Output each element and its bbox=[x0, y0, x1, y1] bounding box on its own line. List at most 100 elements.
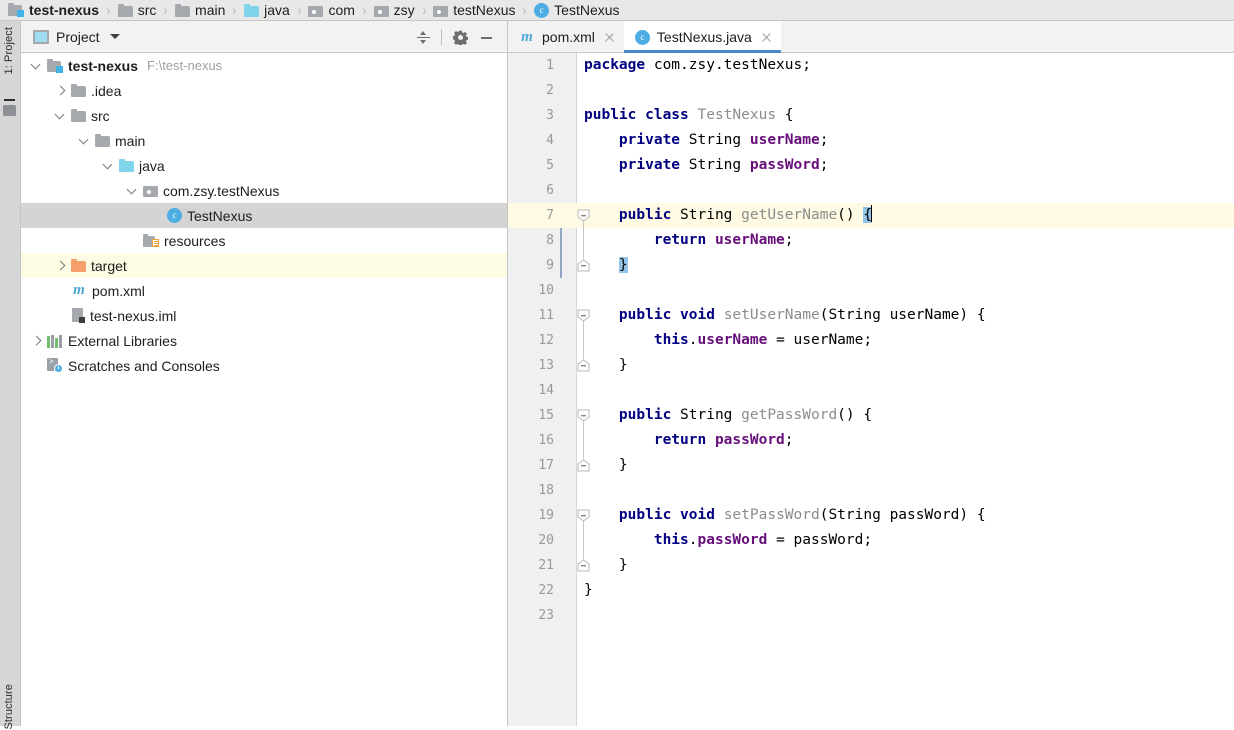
line-number: 2 bbox=[508, 78, 554, 103]
tree-row[interactable]: com.zsy.testNexus bbox=[21, 178, 507, 203]
code-token: getUserName bbox=[741, 207, 837, 223]
code-token: = userName; bbox=[767, 332, 872, 348]
hide-panel-button[interactable] bbox=[473, 24, 499, 50]
line-number: 4 bbox=[508, 128, 554, 153]
code-line-text: return passWord; bbox=[584, 428, 794, 453]
chevron-right-icon[interactable] bbox=[53, 258, 69, 274]
breadcrumb-item-testnexus[interactable]: testNexus bbox=[431, 0, 517, 21]
toolbar-divider bbox=[441, 29, 442, 45]
code-line-text: public class TestNexus { bbox=[584, 103, 794, 128]
tool-window-button-structure[interactable]: Structure bbox=[3, 684, 15, 730]
fold-end-icon[interactable] bbox=[577, 559, 590, 572]
breadcrumb-item-label: com bbox=[328, 2, 354, 18]
tree-row[interactable]: .idea bbox=[21, 78, 507, 103]
chevron-down-icon[interactable] bbox=[101, 158, 117, 174]
code-line: 12 this.userName = userName; bbox=[508, 328, 1234, 353]
code-token: TestNexus bbox=[698, 107, 777, 123]
line-number: 5 bbox=[508, 153, 554, 178]
breadcrumb-item-main[interactable]: main bbox=[173, 0, 227, 21]
text-caret bbox=[871, 205, 872, 222]
code-line: 21 } bbox=[508, 553, 1234, 578]
chevron-down-icon[interactable] bbox=[53, 108, 69, 124]
java-class-icon: c bbox=[167, 208, 182, 223]
tree-row[interactable]: resources bbox=[21, 228, 507, 253]
project-view-selector[interactable]: Project bbox=[33, 29, 120, 45]
code-line: 22} bbox=[508, 578, 1234, 603]
code-line-text: } bbox=[584, 353, 628, 378]
code-token bbox=[584, 532, 654, 548]
line-number: 10 bbox=[508, 278, 554, 303]
chevron-right-icon[interactable] bbox=[53, 83, 69, 99]
code-token: public void bbox=[619, 507, 724, 523]
code-line-text: public void setUserName(String userName)… bbox=[584, 303, 986, 328]
tree-row[interactable]: main bbox=[21, 128, 507, 153]
breadcrumb-item-com[interactable]: com bbox=[306, 0, 356, 21]
project-toolbar-actions bbox=[410, 21, 499, 53]
tree-row[interactable]: java bbox=[21, 153, 507, 178]
close-icon[interactable] bbox=[604, 32, 615, 43]
breadcrumb-item-testnexus[interactable]: cTestNexus bbox=[532, 0, 621, 21]
code-token bbox=[584, 332, 654, 348]
chevron-down-icon[interactable] bbox=[77, 133, 93, 149]
minimize-icon bbox=[480, 31, 493, 44]
code-token: private bbox=[619, 132, 689, 148]
settings-button[interactable] bbox=[447, 24, 473, 50]
tree-row[interactable]: test-nexus.iml bbox=[21, 303, 507, 328]
close-icon[interactable] bbox=[761, 32, 772, 43]
tree-row-label: com.zsy.testNexus bbox=[163, 183, 279, 199]
chevron-down-icon[interactable] bbox=[125, 183, 141, 199]
breadcrumb-item-zsy[interactable]: zsy bbox=[372, 0, 417, 21]
code-token: } bbox=[619, 557, 628, 573]
code-token: passWord bbox=[750, 157, 820, 173]
code-editor[interactable]: 1package com.zsy.testNexus;23public clas… bbox=[508, 53, 1234, 726]
breadcrumb-item-java[interactable]: java bbox=[242, 0, 292, 21]
code-line-text: private String userName; bbox=[584, 128, 828, 153]
tree-row[interactable]: test-nexusF:\test-nexus bbox=[21, 53, 507, 78]
tree-row-label: pom.xml bbox=[92, 283, 145, 299]
chevron-right-icon[interactable] bbox=[29, 333, 45, 349]
chevron-down-icon[interactable] bbox=[110, 34, 120, 39]
line-number: 11 bbox=[508, 303, 554, 328]
code-line: 8 return userName; bbox=[508, 228, 1234, 253]
line-number: 17 bbox=[508, 453, 554, 478]
breadcrumb-separator: › bbox=[362, 2, 366, 18]
tree-row-label: main bbox=[115, 133, 145, 149]
collapse-all-button[interactable] bbox=[410, 24, 436, 50]
tree-row[interactable]: Scratches and Consoles bbox=[21, 353, 507, 378]
tool-window-button-project[interactable]: 1: Project bbox=[3, 27, 15, 74]
tree-row[interactable]: mpom.xml bbox=[21, 278, 507, 303]
editor-tab-testnexus-java[interactable]: cTestNexus.java bbox=[624, 21, 781, 53]
folder-icon bbox=[118, 4, 133, 17]
tree-row[interactable]: src bbox=[21, 103, 507, 128]
editor-tab-bar: mpom.xmlcTestNexus.java bbox=[508, 21, 1234, 53]
code-token: com.zsy.testNexus; bbox=[654, 57, 811, 73]
breadcrumb-item-test-nexus[interactable]: test-nexus bbox=[6, 0, 101, 21]
code-line: 17 } bbox=[508, 453, 1234, 478]
code-line: 23 bbox=[508, 603, 1234, 628]
code-line: 15 public String getPassWord() { bbox=[508, 403, 1234, 428]
tool-window-project-underline bbox=[4, 99, 15, 101]
code-line-text: } bbox=[584, 253, 628, 278]
tree-row[interactable]: target bbox=[21, 253, 507, 278]
code-line: 14 bbox=[508, 378, 1234, 403]
code-line: 3public class TestNexus { bbox=[508, 103, 1234, 128]
breadcrumb-item-label: src bbox=[138, 2, 157, 18]
code-token: this bbox=[654, 332, 689, 348]
tree-row[interactable]: c TestNexus bbox=[21, 203, 507, 228]
breadcrumb-item-label: test-nexus bbox=[29, 2, 99, 18]
folder-icon bbox=[175, 4, 190, 17]
tree-row-label: target bbox=[91, 258, 127, 274]
fold-end-icon[interactable] bbox=[577, 359, 590, 372]
code-line: 19 public void setPassWord(String passWo… bbox=[508, 503, 1234, 528]
gear-icon bbox=[453, 30, 468, 45]
tree-row-label: TestNexus bbox=[187, 208, 252, 224]
tree-spacer bbox=[125, 233, 141, 249]
editor-area: mpom.xmlcTestNexus.java 1package com.zsy… bbox=[507, 21, 1234, 726]
chevron-down-icon[interactable] bbox=[29, 58, 45, 74]
editor-tab-pom-xml[interactable]: mpom.xml bbox=[508, 21, 624, 53]
tree-row[interactable]: External Libraries bbox=[21, 328, 507, 353]
fold-end-icon[interactable] bbox=[577, 259, 590, 272]
code-line: 2 bbox=[508, 78, 1234, 103]
fold-end-icon[interactable] bbox=[577, 459, 590, 472]
breadcrumb-item-src[interactable]: src bbox=[116, 0, 159, 21]
